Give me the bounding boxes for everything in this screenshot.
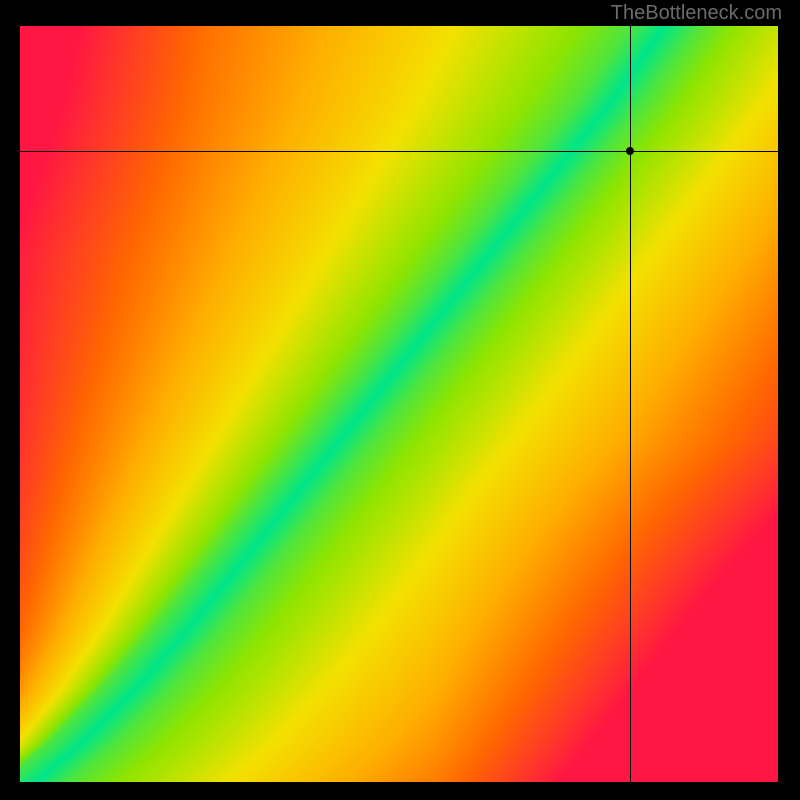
- crosshair-vertical: [630, 26, 631, 782]
- watermark-text: TheBottleneck.com: [611, 2, 782, 25]
- crosshair-horizontal: [20, 151, 778, 152]
- heatmap-plot: [20, 26, 778, 782]
- marker-dot: [626, 147, 634, 155]
- heatmap-canvas: [20, 26, 778, 782]
